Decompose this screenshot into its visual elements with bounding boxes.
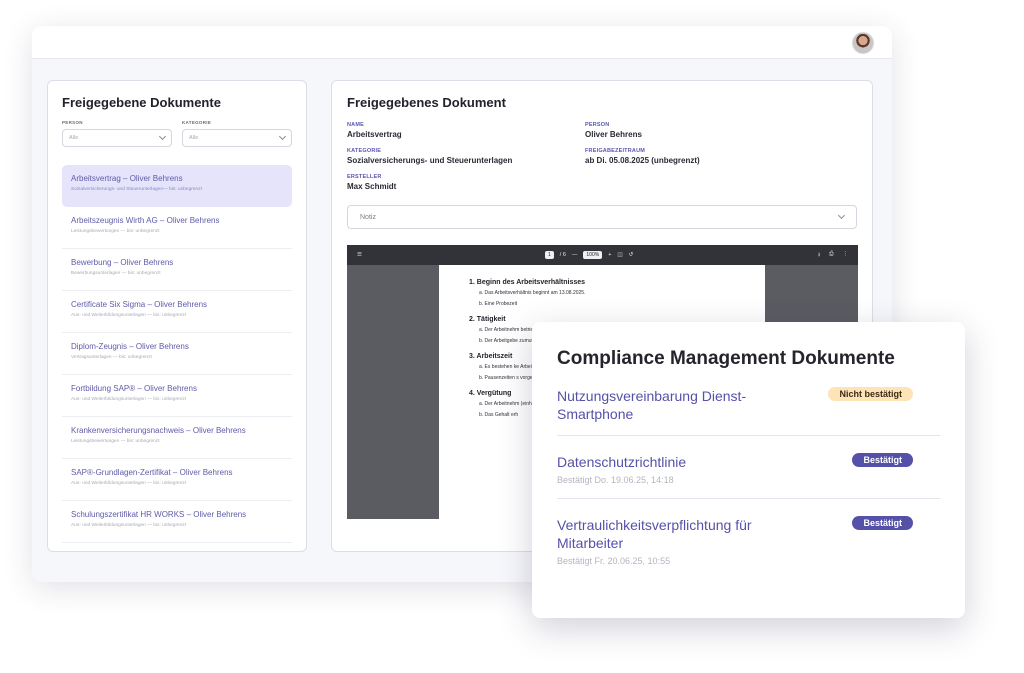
field-person: PERSON Oliver Behrens [585, 122, 857, 139]
pdf-controls: 1 / 6 — 100% + ◫ ↺ [545, 251, 633, 259]
chevron-down-icon [837, 211, 846, 220]
filter-label: PERSON [62, 120, 83, 125]
avatar[interactable] [852, 32, 874, 54]
rotate-icon[interactable]: ↺ [629, 252, 634, 258]
field-creator: ERSTELLER Max Schmidt [347, 174, 585, 191]
field-category: KATEGORIE Sozialversicherungs- und Steue… [347, 148, 585, 165]
panel-title: Freigegebene Dokumente [62, 95, 221, 110]
document-item[interactable]: Certificate Six Sigma – Oliver Behrens A… [62, 291, 292, 333]
document-item[interactable]: Fortbildung SAP® – Oliver Behrens Aus- u… [62, 375, 292, 417]
document-meta: Leistungsbewertungen — bis: unbegrenzt [71, 229, 160, 234]
section-title: 1. Beginn des Arbeitsverhältnisses [469, 279, 586, 286]
compliance-item-name: Datenschutzrichtlinie [557, 454, 687, 470]
stage: Freigegebene Dokumente PERSON Alle KATEG… [0, 0, 1024, 673]
section-item: a. Das Arbeitsverhältnis beginnt am 13.0… [479, 290, 586, 296]
document-meta: Aus- und Weiterbildungsunterlagen — bis:… [71, 313, 187, 318]
person-select[interactable]: Alle [62, 129, 172, 147]
field-label: FREIGABEZEITRAUM [585, 148, 646, 154]
document-meta: Sozialversicherungs- und Steuerunterlage… [71, 187, 202, 192]
field-name: NAME Arbeitsvertrag [347, 122, 585, 139]
page-total: / 6 [559, 252, 566, 258]
detail-title: Freigegebenes Dokument [347, 95, 506, 110]
document-name: Schulungszertifikat HR WORKS – Oliver Be… [71, 510, 247, 519]
note-dropdown[interactable]: Notiz [347, 205, 857, 229]
field-release-period: FREIGABEZEITRAUM ab Di. 05.08.2025 (unbe… [585, 148, 857, 165]
document-name: Diplom-Zeugnis – Oliver Behrens [71, 342, 189, 351]
pdf-actions: ⭳ ⎙ ⋮ [818, 251, 848, 260]
zoom-out-icon[interactable]: — [572, 252, 578, 258]
document-name: Certificate Six Sigma – Oliver Behrens [71, 300, 208, 309]
status-badge: Nicht bestätigt [828, 387, 913, 401]
document-name: Krankenversicherungsnachweis – Oliver Be… [71, 426, 246, 435]
select-value: Alle [189, 135, 199, 141]
document-name: Arbeitsvertrag – Oliver Behrens [71, 174, 183, 183]
print-icon[interactable]: ⎙ [829, 251, 833, 260]
select-value: Alle [69, 135, 79, 141]
document-name: SAP®-Grundlagen-Zertifikat – Oliver Behr… [71, 468, 233, 477]
document-meta: Aus- und Weiterbildungsunterlagen — bis:… [71, 523, 187, 528]
download-icon[interactable]: ⭳ [818, 251, 820, 260]
document-item[interactable]: Bewerbung – Oliver Behrens Bewerbungsunt… [62, 249, 292, 291]
document-item[interactable]: Schulungszertifikat HR WORKS – Oliver Be… [62, 501, 292, 543]
filter-person: PERSON Alle [62, 120, 172, 147]
chevron-down-icon [278, 132, 287, 141]
status-badge: Bestätigt [852, 516, 913, 530]
menu-icon[interactable]: ☰ [357, 252, 362, 258]
compliance-title: Compliance Management Dokumente [557, 348, 895, 369]
compliance-item[interactable]: Nicht bestätigt Nutzungsvereinbarung Die… [557, 370, 940, 436]
field-label: ERSTELLER [347, 174, 382, 180]
document-meta: Aus- und Weiterbildungsunterlagen — bis:… [71, 397, 187, 402]
zoom-in-icon[interactable]: + [608, 252, 611, 258]
document-meta: Aus- und Weiterbildungsunterlagen — bis:… [71, 481, 187, 486]
section-item: b. Eine Probezeit [479, 301, 518, 307]
compliance-item-meta: Bestätigt Fr. 20.06.25, 10:55 [557, 556, 671, 566]
document-meta: Vertragsunterlagen — bis: unbegrenzt [71, 355, 152, 360]
filters: PERSON Alle KATEGORIE Alle [62, 120, 292, 147]
fit-page-icon[interactable]: ◫ [617, 252, 622, 258]
detail-fields: NAME Arbeitsvertrag PERSON Oliver Behren… [347, 122, 857, 191]
compliance-item[interactable]: Bestätigt Vertraulichkeitsverpflichtung … [557, 499, 940, 579]
document-name: Bewerbung – Oliver Behrens [71, 258, 174, 267]
compliance-item-name: Vertraulichkeitsverpflichtung für Mitarb… [557, 517, 752, 551]
document-item[interactable]: Krankenversicherungsnachweis – Oliver Be… [62, 417, 292, 459]
status-badge: Bestätigt [852, 453, 913, 467]
document-item[interactable]: SAP®-Grundlagen-Zertifikat – Oliver Behr… [62, 459, 292, 501]
note-label: Notiz [360, 213, 376, 221]
compliance-card: Compliance Management Dokumente Nicht be… [532, 322, 965, 618]
chevron-down-icon [158, 132, 167, 141]
shared-documents-panel: Freigegebene Dokumente PERSON Alle KATEG… [47, 80, 307, 552]
document-item[interactable]: Diplom-Zeugnis – Oliver Behrens Vertrags… [62, 333, 292, 375]
zoom-level[interactable]: 100% [583, 251, 603, 259]
compliance-item-name: Nutzungsvereinbarung Dienst-Smartphone [557, 388, 747, 422]
category-select[interactable]: Alle [182, 129, 292, 147]
document-name: Arbeitszeugnis Wirth AG – Oliver Behrens [71, 216, 220, 225]
document-item[interactable]: Arbeitszeugnis Wirth AG – Oliver Behrens… [62, 207, 292, 249]
document-item-selected[interactable]: Arbeitsvertrag – Oliver Behrens Sozialve… [62, 165, 292, 207]
filter-category: KATEGORIE Alle [182, 120, 292, 147]
more-options-icon[interactable]: ⋮ [843, 251, 849, 260]
field-value: Oliver Behrens [585, 130, 642, 139]
field-value: ab Di. 05.08.2025 (unbegrenzt) [585, 156, 700, 165]
document-meta: Bewerbungsunterlagen — bis: unbegrenzt [71, 271, 161, 276]
pdf-toolbar: ☰ 1 / 6 — 100% + ◫ ↺ ⭳ ⎙ ⋮ [347, 245, 858, 265]
field-value: Arbeitsvertrag [347, 130, 402, 139]
field-label: KATEGORIE [347, 148, 382, 154]
document-name: Fortbildung SAP® – Oliver Behrens [71, 384, 197, 393]
top-bar [32, 26, 892, 59]
field-value: Sozialversicherungs- und Steuerunterlage… [347, 156, 513, 165]
compliance-item-meta: Bestätigt Do. 19.06.25, 14:18 [557, 475, 674, 485]
field-label: PERSON [585, 122, 610, 128]
field-value: Max Schmidt [347, 182, 397, 191]
filter-label: KATEGORIE [182, 120, 212, 125]
document-list: Arbeitsvertrag – Oliver Behrens Sozialve… [62, 165, 292, 543]
compliance-item[interactable]: Bestätigt Datenschutzrichtlinie Bestätig… [557, 436, 940, 499]
page-number-input[interactable]: 1 [545, 251, 554, 259]
field-label: NAME [347, 122, 364, 128]
document-meta: Leistungsbewertungen — bis: unbegrenzt [71, 439, 160, 444]
